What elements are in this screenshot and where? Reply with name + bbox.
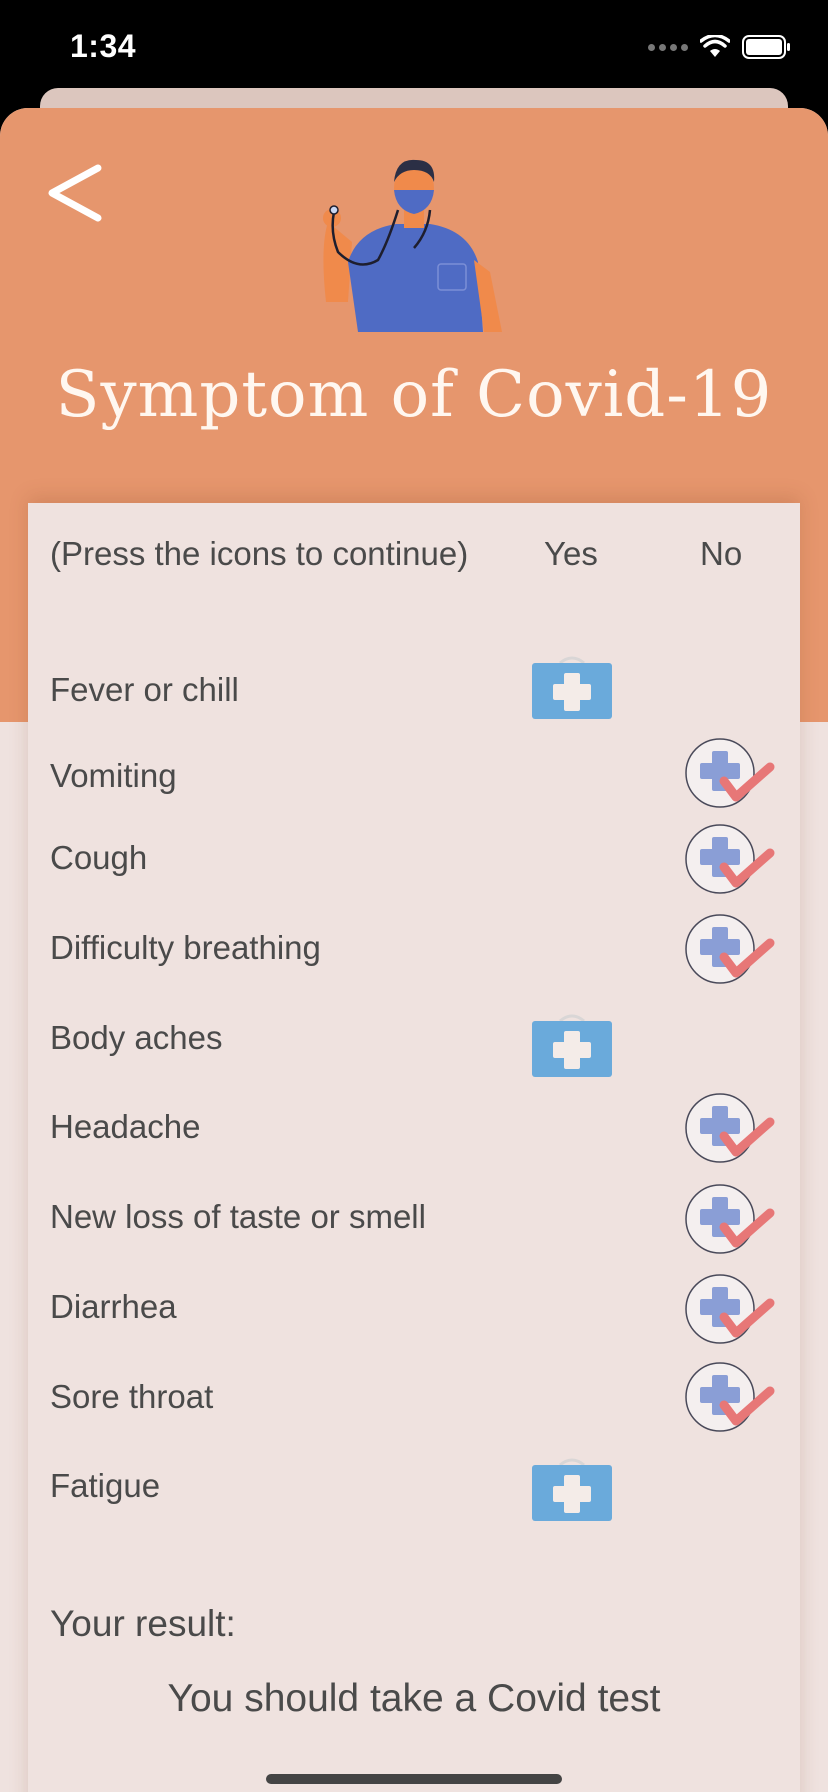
symptom-label: Fever or chill bbox=[50, 671, 239, 708]
wifi-icon bbox=[700, 35, 730, 57]
symptom-label: Cough bbox=[50, 839, 148, 876]
symptom-label: Headache bbox=[50, 1108, 201, 1145]
no-check-icon[interactable] bbox=[684, 1092, 776, 1164]
no-check-icon[interactable] bbox=[684, 823, 776, 895]
no-check-icon[interactable] bbox=[684, 737, 776, 809]
page-title: Symptom of Covid-19 bbox=[55, 358, 773, 432]
home-indicator bbox=[266, 1774, 562, 1784]
symptom-label: Body aches bbox=[50, 1019, 223, 1056]
status-time: 1:34 bbox=[70, 28, 137, 64]
yes-first-aid-icon[interactable] bbox=[532, 653, 612, 719]
symptom-label: Diarrhea bbox=[50, 1288, 177, 1325]
symptom-label: Vomiting bbox=[50, 757, 177, 794]
yes-first-aid-icon[interactable] bbox=[532, 1011, 612, 1077]
no-column-header: No bbox=[700, 535, 743, 572]
result-text: You should take a Covid test bbox=[167, 1677, 661, 1720]
no-check-icon[interactable] bbox=[684, 1273, 776, 1345]
chevron-left-icon bbox=[48, 164, 102, 222]
no-check-icon[interactable] bbox=[684, 913, 776, 985]
symptom-label: Fatigue bbox=[50, 1467, 161, 1504]
instruction-text: (Press the icons to continue) bbox=[50, 535, 469, 572]
symptom-label: Sore throat bbox=[50, 1378, 214, 1415]
symptom-screen: Symptom of Covid-19 (Press the icons to … bbox=[0, 108, 828, 1792]
yes-column-header: Yes bbox=[544, 535, 598, 572]
status-icons bbox=[648, 34, 792, 60]
symptom-card: (Press the icons to continue) Yes No Fev… bbox=[28, 503, 800, 1792]
status-bar: 1:34 bbox=[0, 0, 828, 100]
result-label: Your result: bbox=[50, 1603, 236, 1644]
doctor-illustration bbox=[323, 159, 502, 332]
symptom-label: New loss of taste or smell bbox=[50, 1198, 426, 1235]
back-button[interactable] bbox=[44, 156, 114, 236]
no-check-icon[interactable] bbox=[684, 1183, 776, 1255]
symptom-label: Difficulty breathing bbox=[50, 929, 321, 966]
no-check-icon[interactable] bbox=[684, 1361, 776, 1433]
yes-first-aid-icon[interactable] bbox=[532, 1455, 612, 1521]
battery-icon bbox=[742, 35, 790, 59]
cellular-signal-icon bbox=[648, 43, 688, 51]
